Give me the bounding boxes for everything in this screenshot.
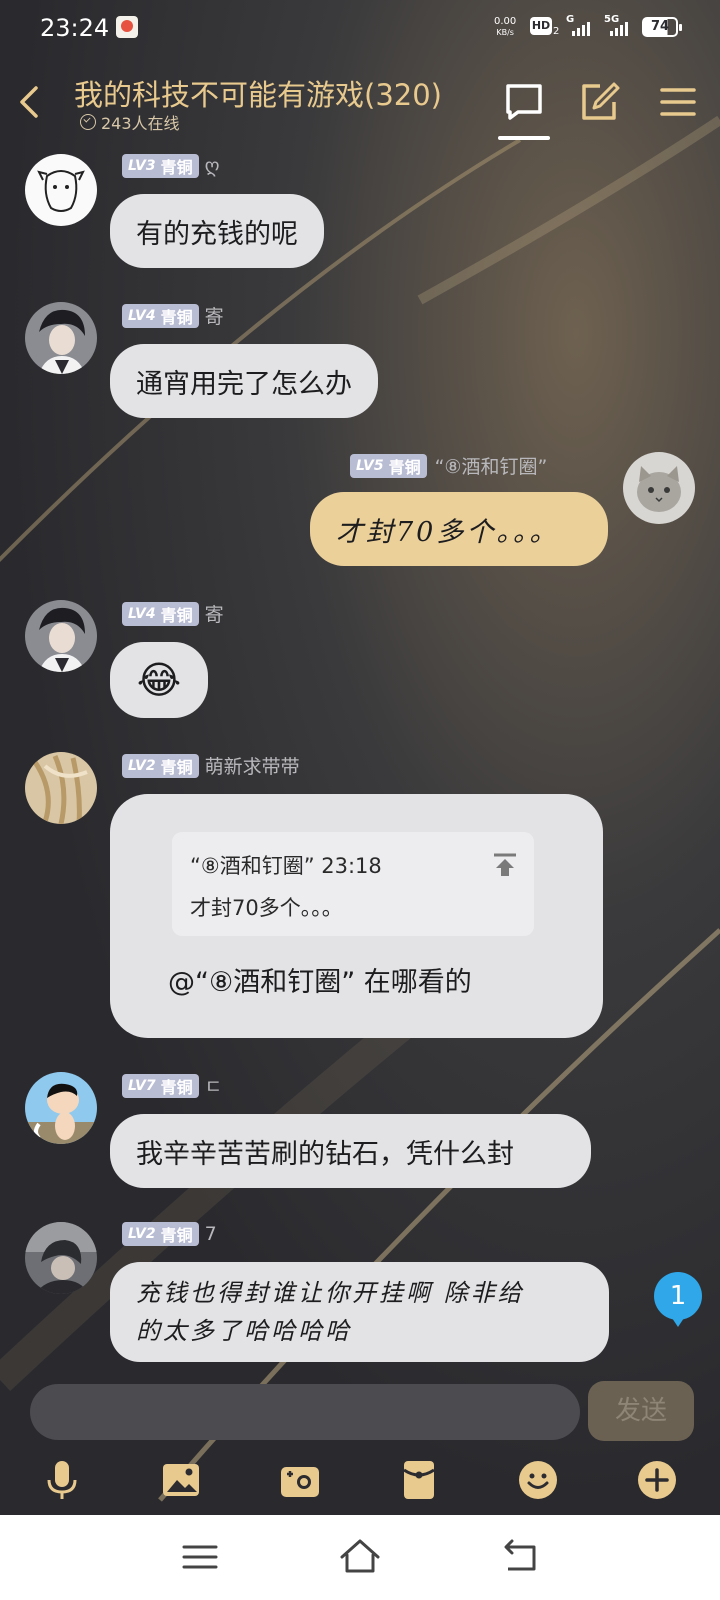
status-bar: 23:24 0.00 KB/s HD 2 G 5G 74 (0, 0, 720, 56)
message-meta: LV3 青铜 ღ (122, 154, 220, 178)
avatar[interactable] (25, 600, 97, 672)
sender-name: 萌新求带带 (204, 756, 300, 778)
message-meta: LV5 青铜 “⑧酒和钉圈” (350, 452, 547, 479)
network-speed: 0.00 KB/s (494, 16, 516, 38)
message-meta: LV4 青铜 寄 (122, 302, 224, 329)
message-bubble[interactable]: “⑧酒和钉圈” 23:18 才封70多个。。。 @“⑧酒和钉圈” 在哪看的 (110, 794, 603, 1038)
online-count: 243人在线 (80, 110, 180, 134)
sender-name: ㄷ (204, 1076, 223, 1098)
level-badge: LV7 青铜 (122, 1073, 199, 1098)
hd-voice-icon: HD (530, 17, 552, 35)
signal-icon-1 (572, 18, 590, 36)
camera-icon[interactable] (278, 1458, 322, 1502)
red-packet-icon[interactable] (397, 1458, 441, 1502)
message-input[interactable] (30, 1384, 580, 1440)
group-title: 我的科技不可能有游戏(320) (74, 78, 442, 112)
sender-name: ღ (204, 155, 220, 177)
home-icon[interactable] (338, 1535, 382, 1579)
message-text-line: 充钱也得封谁让你开挂啊 除非给 (136, 1279, 525, 1307)
avatar[interactable] (25, 1222, 97, 1294)
back-icon[interactable] (12, 84, 48, 120)
chat-icon[interactable] (502, 80, 546, 124)
level-badge: LV4 青铜 (122, 601, 199, 626)
level-badge: LV2 青铜 (122, 1222, 199, 1246)
avatar[interactable] (623, 452, 695, 524)
emoji-icon[interactable] (516, 1458, 560, 1502)
chat-header: 我的科技不可能有游戏(320) 243人在线 (0, 56, 720, 144)
message-meta: LV2 青铜 萌新求带带 (122, 752, 300, 779)
quote-text: 才封70多个。。。 (190, 896, 343, 920)
online-count-label: 243人在线 (101, 114, 180, 133)
avatar[interactable] (25, 302, 97, 374)
microphone-icon[interactable] (40, 1458, 84, 1502)
sender-name: “⑧酒和钉圈” (434, 456, 548, 478)
signal-icon-2 (610, 18, 628, 36)
status-time: 23:24 (40, 14, 110, 42)
message-bubble[interactable]: 😂 (110, 642, 208, 718)
hd-voice-sub: 2 (553, 26, 560, 37)
system-nav-bar (0, 1515, 720, 1600)
message-bubble[interactable]: 通宵用完了怎么办 (110, 344, 378, 418)
sender-name: 寄 (204, 604, 224, 626)
message-meta: LV7 青铜 ㄷ (122, 1072, 222, 1099)
avatar[interactable] (25, 1072, 97, 1144)
avatar[interactable] (25, 154, 97, 226)
back-nav-icon[interactable] (498, 1535, 542, 1579)
plus-icon[interactable] (635, 1458, 679, 1502)
network-speed-value: 0.00 (494, 16, 517, 27)
level-badge: LV5 青铜 (350, 453, 427, 478)
quote-header: “⑧酒和钉圈” 23:18 (190, 854, 382, 878)
message-bubble[interactable]: 有的充钱的呢 (110, 194, 324, 268)
network-speed-unit: KB/s (496, 28, 514, 37)
image-icon[interactable] (159, 1458, 203, 1502)
jump-to-quote-icon[interactable] (492, 852, 518, 878)
recent-apps-icon[interactable] (178, 1535, 222, 1579)
message-text-line: 的太多了哈哈哈哈 (136, 1317, 352, 1345)
edit-icon[interactable] (578, 80, 622, 124)
app-notification-icon (116, 16, 138, 38)
sender-name: 寄 (204, 306, 224, 328)
unread-count-badge[interactable]: 1 (654, 1272, 702, 1327)
message-meta: LV2 青铜 7 (122, 1222, 217, 1246)
message-bubble[interactable]: 才封70多个。。。 (310, 492, 608, 566)
quoted-message[interactable]: “⑧酒和钉圈” 23:18 才封70多个。。。 (172, 832, 534, 936)
online-check-icon (80, 114, 96, 130)
level-badge: LV3 青铜 (122, 154, 199, 178)
level-badge: LV4 青铜 (122, 303, 199, 328)
sender-name: 7 (204, 1223, 217, 1245)
message-bubble[interactable]: 充钱也得封谁让你开挂啊 除非给 的太多了哈哈哈哈 (110, 1262, 609, 1362)
input-toolbar (0, 1450, 720, 1515)
message-bubble[interactable]: 我辛辛苦苦刷的钻石，凭什么封 (110, 1114, 591, 1188)
menu-icon[interactable] (656, 80, 700, 124)
tab-active-indicator (498, 136, 550, 140)
message-meta: LV4 青铜 寄 (122, 600, 224, 627)
level-badge: LV2 青铜 (122, 753, 199, 778)
message-text: @“⑧酒和钉圈” 在哪看的 (168, 967, 472, 998)
avatar[interactable] (25, 752, 97, 824)
battery-icon: 74 (642, 17, 682, 37)
send-button[interactable]: 发送 (588, 1381, 694, 1441)
